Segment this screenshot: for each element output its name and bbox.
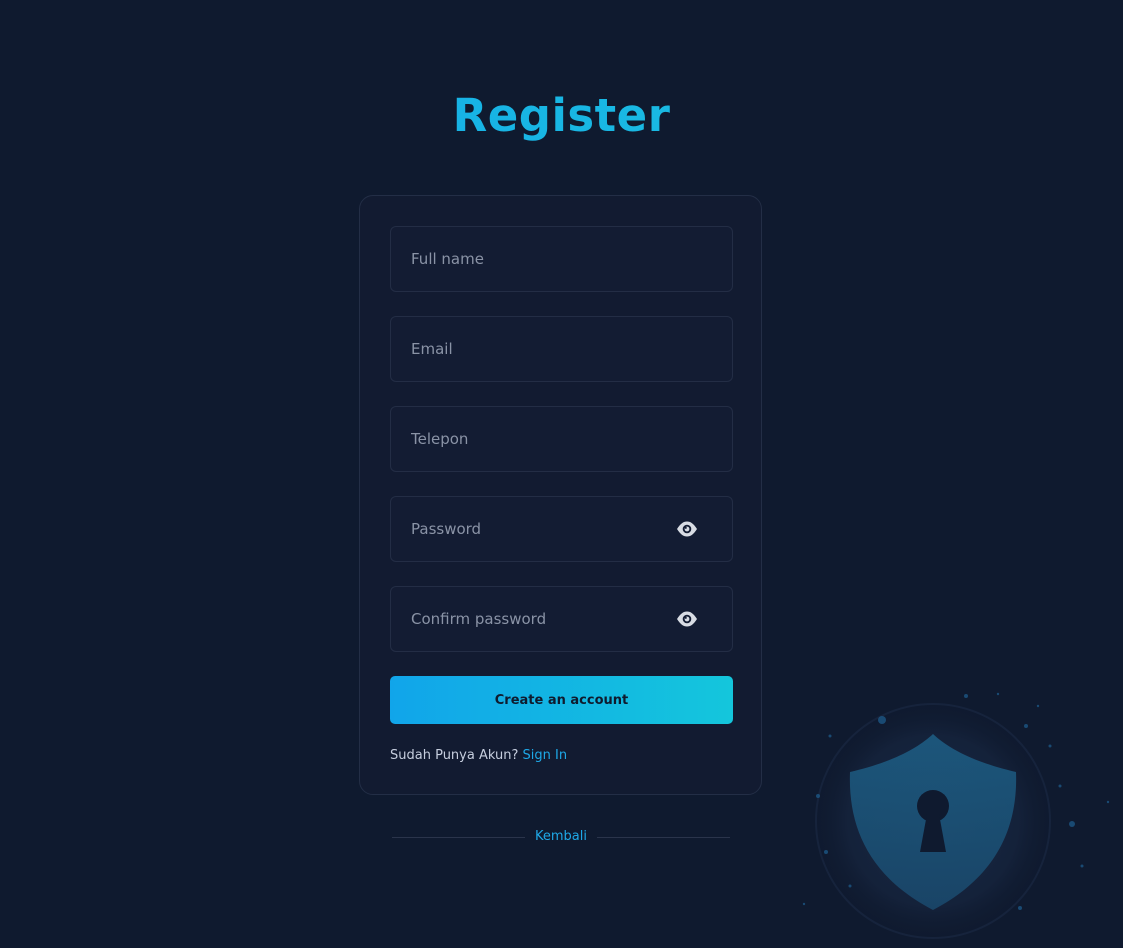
- have-account-text: Sudah Punya Akun?: [390, 748, 519, 763]
- phone-input[interactable]: [391, 407, 732, 471]
- confirm-password-field: [390, 586, 733, 652]
- shield-keyhole-icon: [790, 676, 1123, 948]
- eye-icon[interactable]: [676, 520, 698, 538]
- email-input[interactable]: [391, 317, 732, 381]
- full-name-field: [390, 226, 733, 292]
- sign-in-prompt: Sudah Punya Akun? Sign In: [390, 748, 567, 763]
- phone-field: [390, 406, 733, 472]
- email-field: [390, 316, 733, 382]
- register-card: Create an account Sudah Punya Akun? Sign…: [359, 195, 762, 795]
- divider-right: [597, 837, 730, 838]
- sign-in-link[interactable]: Sign In: [523, 748, 568, 763]
- register-page: Register Full name Email Telepon Create …: [0, 0, 1123, 948]
- eye-icon[interactable]: [676, 610, 698, 628]
- create-account-button[interactable]: Create an account: [390, 676, 733, 724]
- back-row: Kembali: [392, 827, 730, 847]
- password-field: [390, 496, 733, 562]
- page-title: Register: [0, 86, 1123, 146]
- full-name-input[interactable]: [391, 227, 732, 291]
